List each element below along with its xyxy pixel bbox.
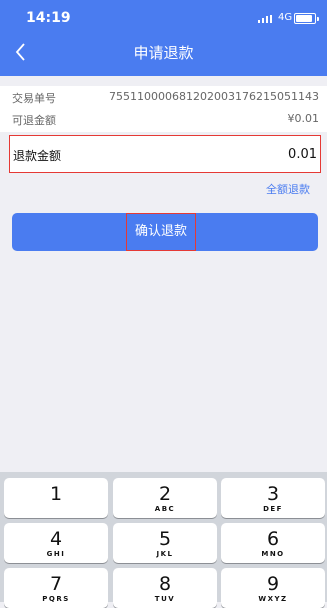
full-refund-link[interactable]: 全额退款 (266, 181, 310, 197)
battery-icon (294, 13, 319, 24)
key-3[interactable]: 3 DEF (221, 478, 325, 518)
network-type: 4G (278, 12, 293, 23)
refund-amount-field[interactable]: 退款金额 0.01 (9, 135, 321, 173)
numeric-keypad: 1 2 ABC 3 DEF 4 GHI 5 JKL 6 MNO 7 PQRS 8 TUV 9W… (0, 472, 327, 608)
key-9[interactable]: 9 WXYZ (221, 568, 325, 608)
confirm-refund-label: 确认退款 (126, 213, 196, 251)
page-title: 申请退款 (133, 44, 194, 62)
status-time: 14:19 (26, 10, 71, 26)
status-bar: 14:19 4G (0, 0, 327, 36)
key-7[interactable]: 7 PQRS (4, 568, 108, 608)
nav-bar: 14:19 4G 申请退款 (0, 0, 327, 76)
refundable-row: 可退金额 ¥0.01 (0, 108, 327, 130)
order-number-row: 交易单号 755110000681202003176215051143 (0, 86, 327, 108)
key-4[interactable]: 4 GHI (4, 523, 108, 563)
confirm-refund-button[interactable]: 确认退款 (12, 213, 318, 251)
refund-amount-input[interactable]: 0.01 (288, 147, 317, 162)
order-number-label: 交易单号 (12, 92, 56, 105)
key-5[interactable]: 5 JKL (113, 523, 217, 563)
key-6[interactable]: 6 MNO (221, 523, 325, 563)
order-info: 交易单号 755110000681202003176215051143 可退金额… (0, 86, 327, 132)
signal-icon (258, 15, 272, 23)
order-number-value: 755110000681202003176215051143 (109, 90, 319, 103)
key-2[interactable]: 2 ABC (113, 478, 217, 518)
refund-amount-label: 退款金额 (13, 149, 62, 163)
key-1[interactable]: 1 (4, 478, 108, 518)
refundable-value: ¥0.01 (287, 112, 320, 125)
refundable-label: 可退金额 (12, 114, 56, 127)
key-8[interactable]: 8 TUV (113, 568, 217, 608)
